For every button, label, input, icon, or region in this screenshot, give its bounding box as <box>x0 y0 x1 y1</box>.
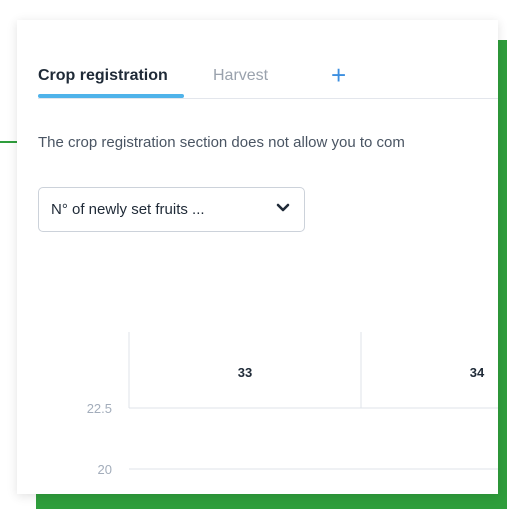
crop-chart: 33 34 22.5 20 <box>87 332 498 477</box>
metric-select[interactable]: N° of newly set fruits ... <box>38 187 305 232</box>
crop-panel: Crop registration Harvest + The crop reg… <box>17 20 498 494</box>
active-tab-indicator <box>38 94 184 98</box>
tab-harvest-label: Harvest <box>213 67 269 84</box>
chevron-down-icon <box>276 203 290 212</box>
section-info-text: The crop registration section does not a… <box>38 134 405 151</box>
y-tick-label: 22.5 <box>87 401 112 416</box>
x-tick-label: 34 <box>470 365 485 380</box>
plus-icon[interactable]: + <box>331 62 346 88</box>
tab-crop-registration[interactable]: Crop registration <box>38 67 184 98</box>
y-tick-label: 20 <box>98 462 112 477</box>
tab-crop-registration-label: Crop registration <box>38 67 168 84</box>
metric-select-value: N° of newly set fruits ... <box>51 201 205 218</box>
x-tick-label: 33 <box>238 365 252 380</box>
tab-bar: Crop registration Harvest + <box>38 62 498 99</box>
tab-harvest[interactable]: Harvest <box>213 67 268 85</box>
